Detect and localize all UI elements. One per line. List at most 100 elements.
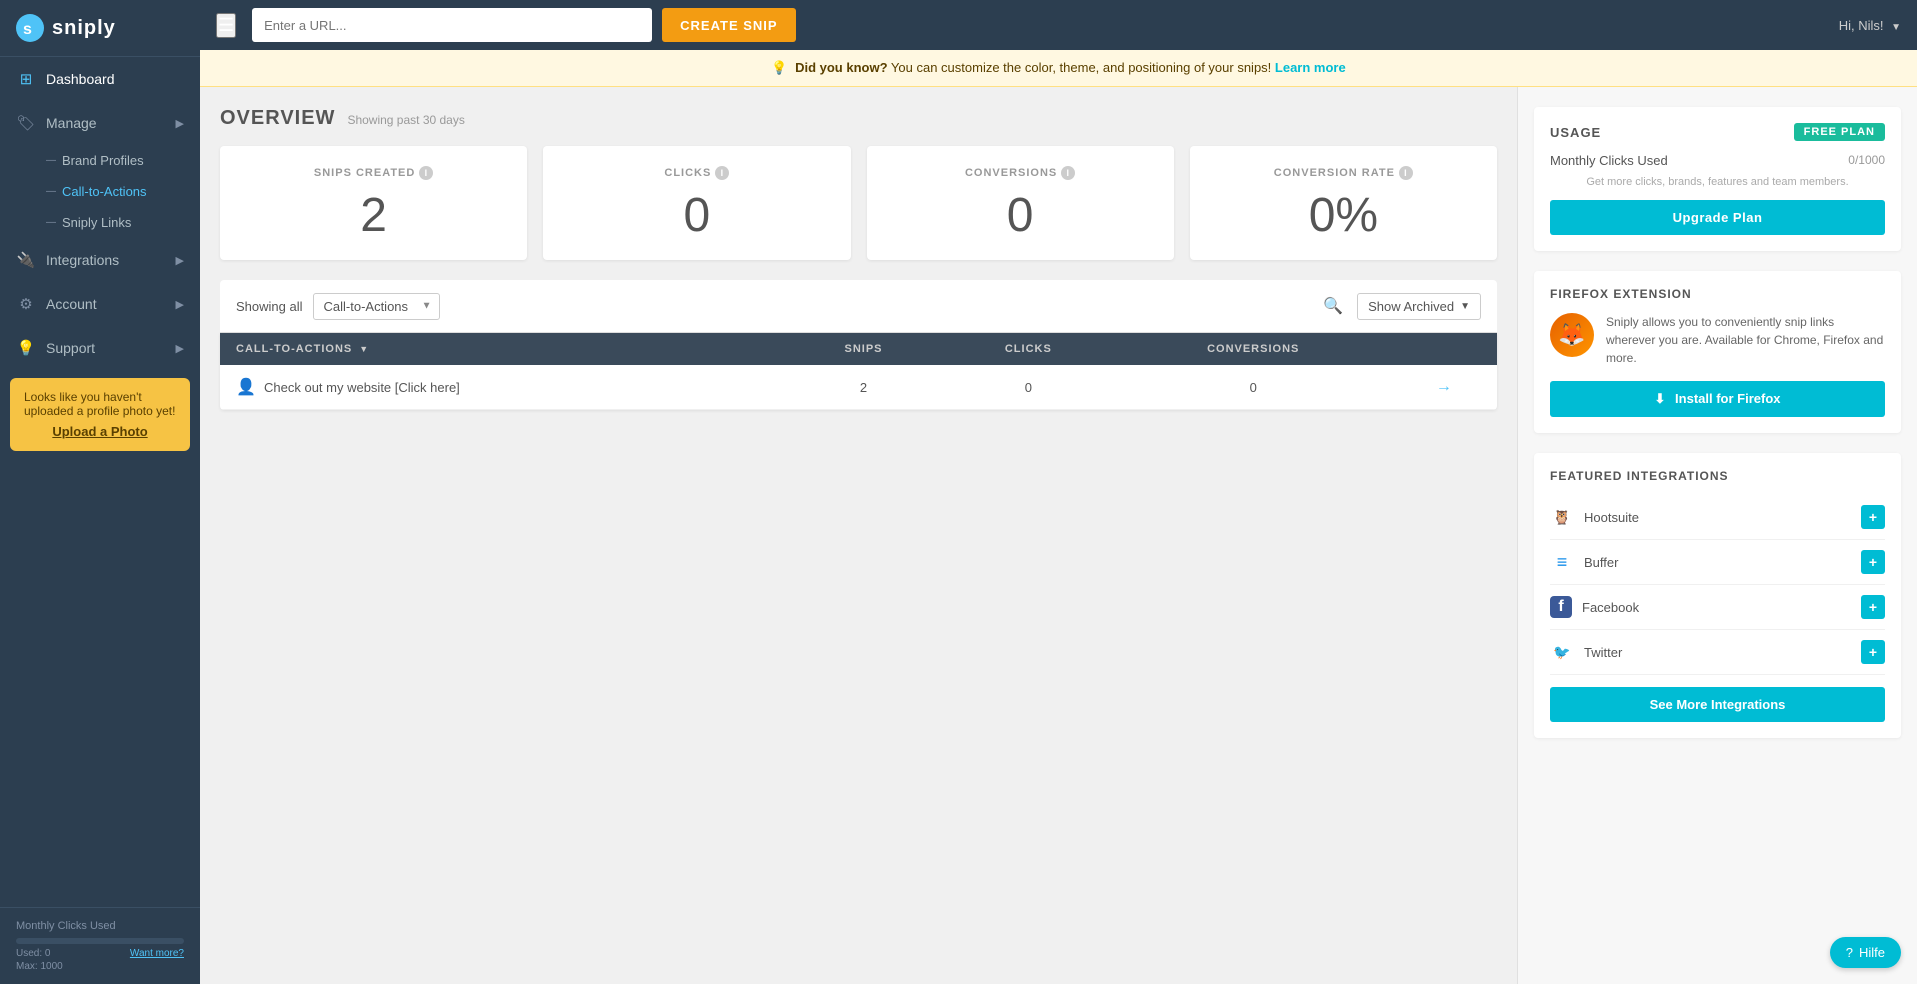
integration-item-hootsuite: 🦉 Hootsuite + [1550,495,1885,540]
firefox-logo-icon: 🦊 [1550,313,1594,357]
download-icon: ⬇ [1655,391,1666,406]
integration-item-facebook: f Facebook + [1550,585,1885,630]
hootsuite-add-button[interactable]: + [1861,505,1885,529]
ext-body: 🦊 Sniply allows you to conveniently snip… [1550,313,1885,367]
conversion-rate-value: 0% [1210,192,1477,240]
cta-snips-cell: 2 [786,365,941,410]
sidebar-item-dashboard[interactable]: ⊞ Dashboard [0,57,200,101]
menu-toggle-button[interactable]: ☰ [216,13,236,38]
sniply-logo-icon: s [16,14,44,42]
snips-created-info-icon[interactable]: i [419,166,433,180]
ext-description: Sniply allows you to conveniently snip l… [1606,313,1885,367]
clicks-info-icon[interactable]: i [715,166,729,180]
brand-profiles-label: Brand Profiles [62,153,144,168]
content-inner: OVERVIEW Showing past 30 days SNIPS CREA… [200,87,1917,984]
sidebar-want-more[interactable]: Want more? [130,948,184,959]
conversion-rate-label: CONVERSION RATE i [1210,166,1477,180]
integrations-arrow-icon: ▶ [176,254,184,267]
sidebar-monthly-label: Monthly Clicks Used [16,920,184,932]
cta-clicks-cell: 0 [941,365,1116,410]
conversions-label: CONVERSIONS i [887,166,1154,180]
photo-reminder-text: Looks like you haven't uploaded a profil… [24,390,175,418]
svg-text:s: s [23,21,32,38]
show-archived-button[interactable]: Show Archived ▼ [1357,293,1481,320]
stat-card-snips-created: SNIPS CREATED i 2 [220,146,527,260]
sidebar-account-label: Account [46,296,97,312]
table-search-button[interactable]: 🔍 [1319,292,1347,320]
plug-icon: 🔌 [16,250,36,270]
call-to-actions-label: Call-to-Actions [62,184,147,199]
sidebar-item-integrations[interactable]: 🔌 Integrations ▶ [0,238,200,282]
monthly-clicks-row: Monthly Clicks Used 0/1000 [1550,153,1885,168]
upgrade-plan-button[interactable]: Upgrade Plan [1550,200,1885,235]
th-snips: SNIPS [786,333,941,365]
buffer-icon: ≡ [1550,550,1574,574]
hootsuite-icon: 🦉 [1550,505,1574,529]
sidebar: s sniply ⊞ Dashboard 🏷 Manage ▶ Brand Pr… [0,0,200,984]
filter-select[interactable]: Call-to-Actions Brand Profiles Sniply Li… [313,293,440,320]
table-row: 👤 Check out my website [Click here] 2 0 … [220,365,1497,410]
th-call-to-actions[interactable]: CALL-TO-ACTIONS ▼ [220,333,786,365]
sidebar-integrations-label: Integrations [46,252,119,268]
sidebar-item-account[interactable]: ⚙ Account ▶ [0,282,200,326]
logo-area[interactable]: s sniply [0,0,200,57]
sidebar-item-call-to-actions[interactable]: Call-to-Actions [0,176,200,207]
th-clicks: CLICKS [941,333,1116,365]
sidebar-manage-label: Manage [46,115,97,131]
clicks-value: 0 [563,192,830,240]
hootsuite-name: Hootsuite [1584,510,1851,525]
gear-icon: ⚙ [16,294,36,314]
sidebar-progress-labels: Used: 0 Want more? [16,948,184,959]
sidebar-item-manage[interactable]: 🏷 Manage ▶ [0,101,200,145]
right-sidebar: USAGE FREE PLAN Monthly Clicks Used 0/10… [1517,87,1917,984]
account-arrow-icon: ▶ [176,298,184,311]
grid-icon: ⊞ [16,69,36,89]
sidebar-item-support[interactable]: 💡 Support ▶ [0,326,200,370]
sidebar-dashboard-label: Dashboard [46,71,115,87]
facebook-add-button[interactable]: + [1861,595,1885,619]
cta-detail-arrow[interactable]: → [1436,378,1452,395]
clicks-label: CLICKS i [563,166,830,180]
monthly-clicks-label: Monthly Clicks Used [1550,153,1668,168]
integration-item-twitter: 🐦 Twitter + [1550,630,1885,675]
th-conversions: CONVERSIONS [1116,333,1391,365]
hilfe-button[interactable]: ? Hilfe [1830,937,1901,968]
create-snip-button[interactable]: CREATE SNIP [662,8,795,42]
ext-title: FIREFOX EXTENSION [1550,287,1885,301]
stat-card-conversions: CONVERSIONS i 0 [867,146,1174,260]
see-more-integrations-button[interactable]: See More Integrations [1550,687,1885,722]
user-greeting[interactable]: Hi, Nils! ▼ [1839,18,1901,33]
cta-person-icon: 👤 [236,377,256,397]
hilfe-label: Hilfe [1859,945,1885,960]
usage-panel: USAGE FREE PLAN Monthly Clicks Used 0/10… [1534,107,1901,251]
twitter-add-button[interactable]: + [1861,640,1885,664]
cta-arrow-cell[interactable]: → [1391,365,1497,410]
sidebar-item-sniply-links[interactable]: Sniply Links [0,207,200,238]
usage-header: USAGE FREE PLAN [1550,123,1885,141]
url-input[interactable] [252,8,652,42]
buffer-add-button[interactable]: + [1861,550,1885,574]
hilfe-circle-icon: ? [1846,945,1853,960]
upload-photo-link[interactable]: Upload a Photo [24,424,176,439]
free-plan-badge: FREE PLAN [1794,123,1885,141]
overview-subtitle: Showing past 30 days [347,113,464,127]
sidebar-used-label: Used: 0 [16,948,50,959]
tip-did-you-know: Did you know? [795,60,887,75]
cta-table: CALL-TO-ACTIONS ▼ SNIPS CLICKS CONVERSIO… [220,333,1497,410]
conversions-info-icon[interactable]: i [1061,166,1075,180]
integration-item-buffer: ≡ Buffer + [1550,540,1885,585]
tip-bulb-icon: 💡 [771,60,787,75]
learn-more-link[interactable]: Learn more [1275,60,1346,75]
cta-name: Check out my website [Click here] [264,380,460,395]
stat-card-conversion-rate: CONVERSION RATE i 0% [1190,146,1497,260]
install-firefox-button[interactable]: ⬇ Install for Firefox [1550,381,1885,417]
lightbulb-icon: 💡 [16,338,36,358]
monthly-clicks-count: 0/1000 [1848,153,1885,168]
integrations-title: FEATURED INTEGRATIONS [1550,469,1885,483]
user-greeting-text: Hi, Nils! [1839,18,1884,33]
snips-created-label: SNIPS CREATED i [240,166,507,180]
sidebar-item-brand-profiles[interactable]: Brand Profiles [0,145,200,176]
logo-text: sniply [52,17,116,40]
conversion-rate-info-icon[interactable]: i [1399,166,1413,180]
photo-reminder: Looks like you haven't uploaded a profil… [10,378,190,451]
